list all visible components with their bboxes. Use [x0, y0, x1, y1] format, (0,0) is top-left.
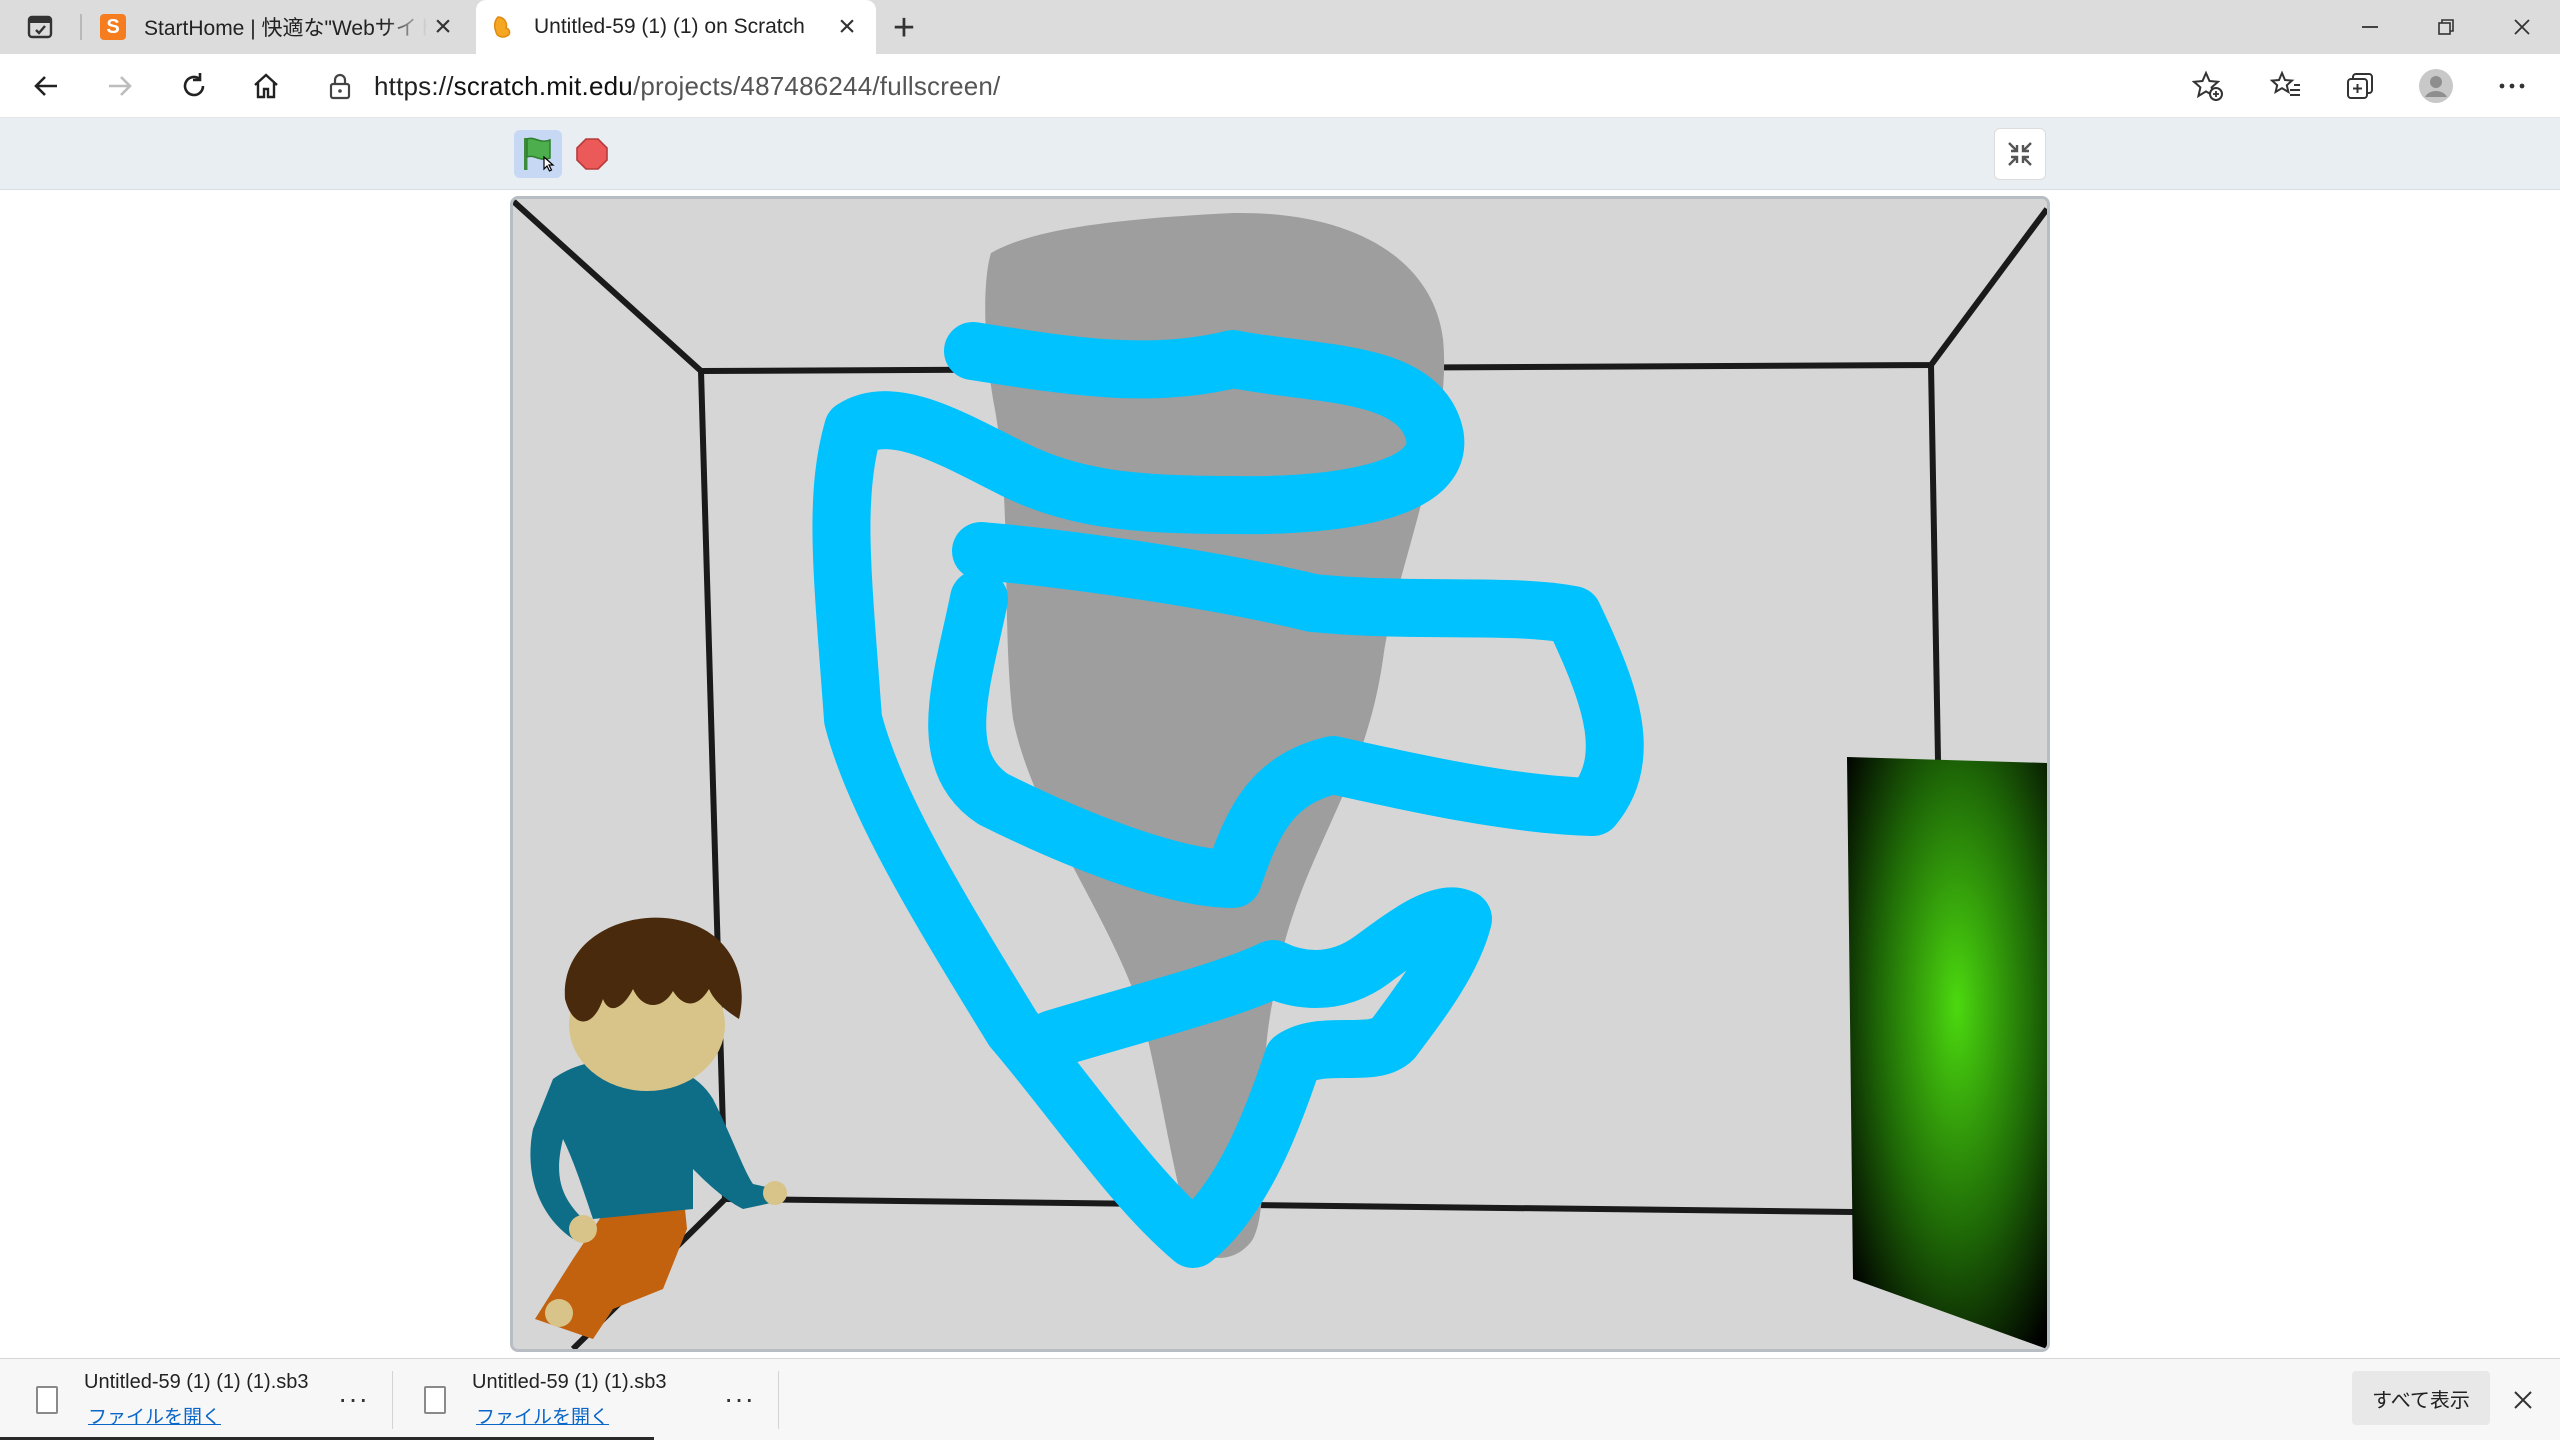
tab-separator	[80, 14, 82, 40]
scratch-stage[interactable]	[510, 196, 2050, 1352]
profile-button[interactable]	[2414, 66, 2458, 106]
scratch-favicon-icon	[490, 14, 516, 40]
close-icon	[2514, 1391, 2532, 1409]
url-host: scratch.mit.edu	[453, 70, 633, 101]
green-flag-icon	[524, 137, 555, 172]
favorites-list-icon	[2270, 70, 2300, 96]
exit-fullscreen-button[interactable]	[1994, 128, 2046, 180]
stage-canvas	[513, 199, 2047, 1349]
collections-button[interactable]	[2338, 66, 2382, 106]
tab-actions-button[interactable]	[18, 13, 62, 41]
refresh-button[interactable]	[172, 66, 216, 106]
download-filename: Untitled-59 (1) (1) (1).sb3	[84, 1371, 309, 1393]
download-item-2[interactable]: Untitled-59 (1) (1).sb3 ファイルを開く	[388, 1359, 778, 1441]
settings-menu-button[interactable]	[2490, 66, 2534, 106]
green-portal	[1847, 757, 2047, 1349]
browser-toolbar: https://scratch.mit.edu/projects/4874862…	[0, 54, 2560, 118]
open-file-link[interactable]: ファイルを開く	[88, 1402, 309, 1429]
restore-icon	[2438, 19, 2454, 35]
avatar-icon	[2419, 69, 2453, 103]
address-bar[interactable]: https://scratch.mit.edu/projects/4874862…	[318, 64, 2204, 108]
close-icon	[2514, 19, 2530, 35]
tab-close-icon[interactable]: ×	[832, 10, 862, 43]
download-more-button[interactable]: ···	[724, 1383, 755, 1415]
more-horizontal-icon	[2499, 83, 2525, 89]
minimize-icon	[2362, 26, 2378, 28]
starthome-favicon-icon: S	[100, 14, 126, 40]
back-arrow-icon	[34, 76, 57, 96]
url-path: /projects/487486244/fullscreen/	[632, 70, 1001, 101]
tab-title: Untitled-59 (1) (1) on Scratch	[534, 15, 805, 38]
exit-fullscreen-icon	[2008, 142, 2032, 166]
add-favorite-button[interactable]	[2186, 66, 2230, 106]
restore-button[interactable]	[2408, 0, 2484, 54]
close-download-bar-button[interactable]	[2502, 1379, 2544, 1421]
tab-actions-icon	[27, 15, 53, 39]
tab-title: StartHome | 快適な"Webサイトの入	[144, 17, 428, 40]
download-more-button[interactable]: ···	[338, 1383, 369, 1415]
refresh-icon	[183, 73, 205, 97]
download-bar: Untitled-59 (1) (1) (1).sb3 ファイルを開く ··· …	[0, 1358, 2560, 1440]
stop-button[interactable]	[570, 132, 614, 176]
back-button[interactable]	[24, 66, 68, 106]
favorites-button[interactable]	[2264, 66, 2308, 106]
scratch-controls-bar	[0, 118, 2560, 190]
tab-starthome[interactable]: S StartHome | 快適な"Webサイトの入 ×	[86, 0, 472, 54]
new-tab-button[interactable]: +	[886, 7, 922, 49]
tab-close-icon[interactable]: ×	[428, 10, 458, 43]
open-file-link[interactable]: ファイルを開く	[476, 1402, 667, 1429]
tab-scratch-project[interactable]: Untitled-59 (1) (1) on Scratch ×	[476, 0, 876, 54]
file-icon	[424, 1386, 446, 1414]
tab-strip: S StartHome | 快適な"Webサイトの入 × Untitled-59…	[0, 0, 2560, 54]
stop-sign-icon	[576, 138, 608, 170]
show-all-downloads-button[interactable]: すべて表示	[2352, 1371, 2490, 1425]
home-icon	[254, 73, 278, 99]
collections-icon	[2347, 73, 2373, 99]
star-add-icon	[2192, 70, 2223, 101]
file-icon	[36, 1386, 58, 1414]
forward-button[interactable]	[98, 66, 142, 106]
url-text: https://scratch.mit.edu/projects/4874862…	[374, 71, 1000, 102]
download-filename: Untitled-59 (1) (1).sb3	[472, 1371, 667, 1393]
url-scheme: https://	[374, 70, 454, 101]
lock-icon[interactable]	[318, 64, 362, 108]
green-flag-button[interactable]	[514, 130, 562, 178]
forward-arrow-icon	[109, 76, 132, 96]
download-item-1[interactable]: Untitled-59 (1) (1) (1).sb3 ファイルを開く	[0, 1359, 390, 1441]
download-divider	[778, 1371, 779, 1429]
minimize-button[interactable]	[2332, 0, 2408, 54]
home-button[interactable]	[244, 66, 288, 106]
window-close-button[interactable]	[2484, 0, 2560, 54]
